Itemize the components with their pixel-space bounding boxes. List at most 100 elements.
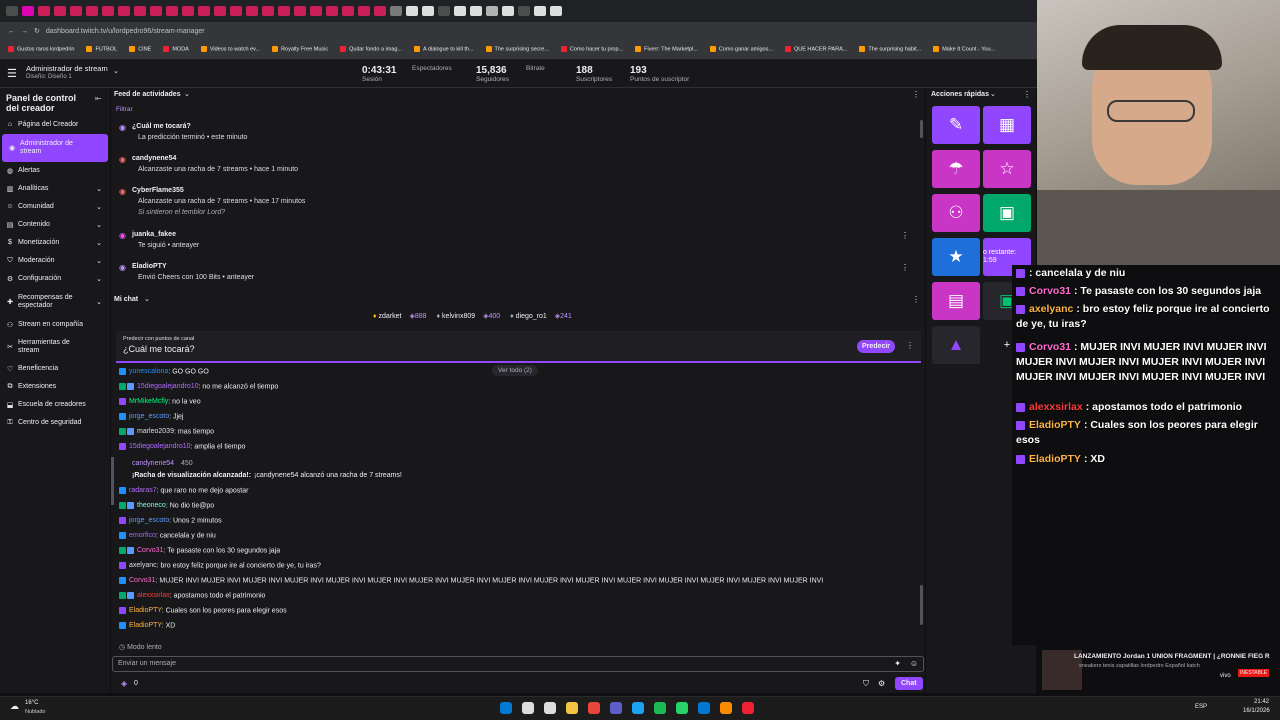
bookmark-item[interactable]: Quitar fondo a imag... (340, 46, 402, 53)
chat-username[interactable]: marleo2039 (137, 428, 174, 435)
feed-item[interactable]: ◉ EladioPTY Envió Cheers con 100 Bits • an… (119, 263, 909, 281)
sidebar-item-7[interactable]: ⛉ Moderación ⌄ (0, 252, 110, 270)
gear-icon[interactable]: ⚙ (878, 679, 885, 688)
more-options-icon[interactable]: ⋮ (912, 295, 920, 304)
browser-tab[interactable] (214, 6, 226, 16)
chat-username[interactable]: Corvo31 (129, 577, 155, 584)
chat-username[interactable]: EladioPTY (129, 607, 162, 614)
browser-tab[interactable] (342, 6, 354, 16)
leaderboard-item[interactable]: ♦ kelvinx809 ◈400 (437, 312, 501, 320)
bookmark-item[interactable]: Como hacer tu prop... (560, 46, 623, 53)
menu-icon[interactable]: ☰ (7, 67, 17, 80)
more-options-icon[interactable]: ⋮ (906, 341, 914, 350)
chevron-down-icon[interactable]: ⌄ (113, 67, 119, 75)
more-options-icon[interactable]: ⋮ (912, 90, 920, 99)
browser-tab[interactable] (22, 6, 34, 16)
language-indicator[interactable]: ESP (1195, 704, 1207, 710)
chat-username[interactable]: emorfico (129, 532, 156, 539)
feed-item[interactable]: ◉ CyberFlame355 Alcanzaste una racha de 7 … (119, 187, 899, 216)
browser-tab[interactable] (454, 6, 466, 16)
sidebar-item-4[interactable]: ☺ Comunidad ⌄ (0, 198, 110, 216)
browser-tab[interactable] (70, 6, 82, 16)
chat-scrollbar[interactable] (920, 585, 923, 625)
reload-icon[interactable]: ↻ (34, 27, 40, 35)
chevron-down-icon[interactable]: ⌄ (184, 90, 190, 98)
chat-username[interactable]: jorge_escoto (129, 413, 169, 420)
bookmark-item[interactable]: The surprising secre... (485, 46, 549, 53)
bookmark-item[interactable]: Royalty Free Music (272, 46, 328, 53)
sidebar-item-6[interactable]: $ Monetización ⌄ (0, 234, 110, 252)
prediction-banner[interactable]: Predecir con puntos de canal ¿Cuál me to… (116, 331, 921, 363)
taskbar-app-icon[interactable] (742, 702, 754, 714)
leaderboard-item[interactable]: ♦ zdarket ◈888 (373, 312, 427, 320)
bookmark-item[interactable]: A dialogue to kill th... (414, 46, 474, 53)
bookmark-item[interactable]: Como ganar amigos... (709, 46, 773, 53)
taskbar-app-icon[interactable] (654, 702, 666, 714)
chat-username[interactable]: 15diegoalejandro10 (129, 443, 191, 450)
chat-username[interactable]: alexxsirlax (137, 592, 170, 599)
sidebar-item-12[interactable]: ♡ Beneficencia (0, 360, 110, 378)
feed-scrollbar[interactable] (920, 120, 923, 138)
browser-tab[interactable] (486, 6, 498, 16)
channel-points-icon[interactable]: ◈ (121, 679, 127, 688)
bookmark-item[interactable]: MODA (163, 46, 189, 53)
sidebar-item-15[interactable]: ⚿ Centro de seguridad (0, 414, 110, 432)
sidebar-item-11[interactable]: ✂ Herramientas de stream (0, 334, 110, 360)
sidebar-item-14[interactable]: ⬓ Escuela de creadores (0, 396, 110, 414)
bookmark-item[interactable]: FUTBOL (86, 46, 117, 53)
more-options-icon[interactable]: ⋮ (901, 231, 909, 240)
browser-tab[interactable] (406, 6, 418, 16)
ad-button[interactable]: ☂ (932, 150, 980, 188)
feed-item[interactable]: ◉ ¿Cuál me tocará? La predicción terminó •… (119, 123, 899, 141)
forward-icon[interactable]: → (21, 28, 28, 35)
predict-button[interactable]: Predecir (857, 340, 896, 353)
more-options-icon[interactable]: ⋮ (901, 263, 909, 272)
browser-tab[interactable] (550, 6, 562, 16)
bookmark-item[interactable]: QUE HACER PARA... (784, 46, 847, 53)
sidebar-item-5[interactable]: ▤ Contenido ⌄ (0, 216, 110, 234)
taskbar-app-icon[interactable] (720, 702, 732, 714)
chat-username[interactable]: radaras7 (129, 487, 157, 494)
leaderboard-item[interactable]: ♦ diego_ro1 ◈241 (510, 312, 572, 320)
browser-tab[interactable] (230, 6, 242, 16)
browser-tab[interactable] (6, 6, 18, 16)
more-options-icon[interactable]: ⋮ (1023, 90, 1031, 99)
taskbar-app-icon[interactable] (500, 702, 512, 714)
highlight-button[interactable]: ☆ (983, 150, 1031, 188)
sidebar-item-0[interactable]: ⌂ Página del Creador (0, 116, 110, 134)
browser-tab[interactable] (150, 6, 162, 16)
taskbar-app-icon[interactable] (566, 702, 578, 714)
address-bar[interactable]: ← → ↻ dashboard.twitch.tv/u/lordpedro96/… (0, 22, 1040, 40)
layout-button[interactable]: ▤ (932, 282, 980, 320)
browser-tab-strip[interactable] (0, 0, 1040, 22)
chat-username[interactable]: MrMikeMcfly (129, 398, 168, 405)
browser-tab[interactable] (534, 6, 546, 16)
browser-tab[interactable] (390, 6, 402, 16)
see-all-button[interactable]: Ver todo (2) (492, 365, 538, 376)
taskbar-app-icon[interactable] (676, 702, 688, 714)
chat-send-button[interactable]: Chat (895, 677, 923, 690)
sidebar-item-2[interactable]: ◍ Alertas (0, 162, 110, 180)
sparkle-icon[interactable]: ✦ (894, 659, 901, 668)
sidebar-item-9[interactable]: ✚ Recompensas de espectador ⌄ (0, 288, 110, 316)
clock-date[interactable]: 16/1/2026 (1243, 708, 1270, 714)
browser-tab[interactable] (358, 6, 370, 16)
taskbar-app-icon[interactable] (588, 702, 600, 714)
browser-tab[interactable] (86, 6, 98, 16)
taskbar-app-icon[interactable] (544, 702, 556, 714)
browser-tab[interactable] (246, 6, 258, 16)
feed-item[interactable]: ◉ juanka_fakee Te siguió • anteayer ⋮ (119, 231, 909, 249)
chevron-down-icon[interactable]: ⌄ (990, 90, 996, 98)
taskbar-app-icon[interactable] (610, 702, 622, 714)
sidebar-item-10[interactable]: ⚇ Stream en compañía (0, 316, 110, 334)
run-ad-button[interactable]: ▣ (983, 194, 1031, 232)
bookmark-item[interactable]: Videos to watch ev... (200, 46, 260, 53)
chat-username[interactable]: 15diegoalejandro10 (137, 383, 199, 390)
bookmark-item[interactable]: CINE (129, 46, 151, 53)
clock-time[interactable]: 21:42 (1254, 699, 1269, 705)
edit-stream-info-button[interactable]: ✎ (932, 106, 980, 144)
browser-tab[interactable] (502, 6, 514, 16)
bookmark-item[interactable]: The surprising habit... (859, 46, 921, 53)
chat-username[interactable]: theoneco (137, 502, 166, 509)
clip-button[interactable]: ▦ (983, 106, 1031, 144)
